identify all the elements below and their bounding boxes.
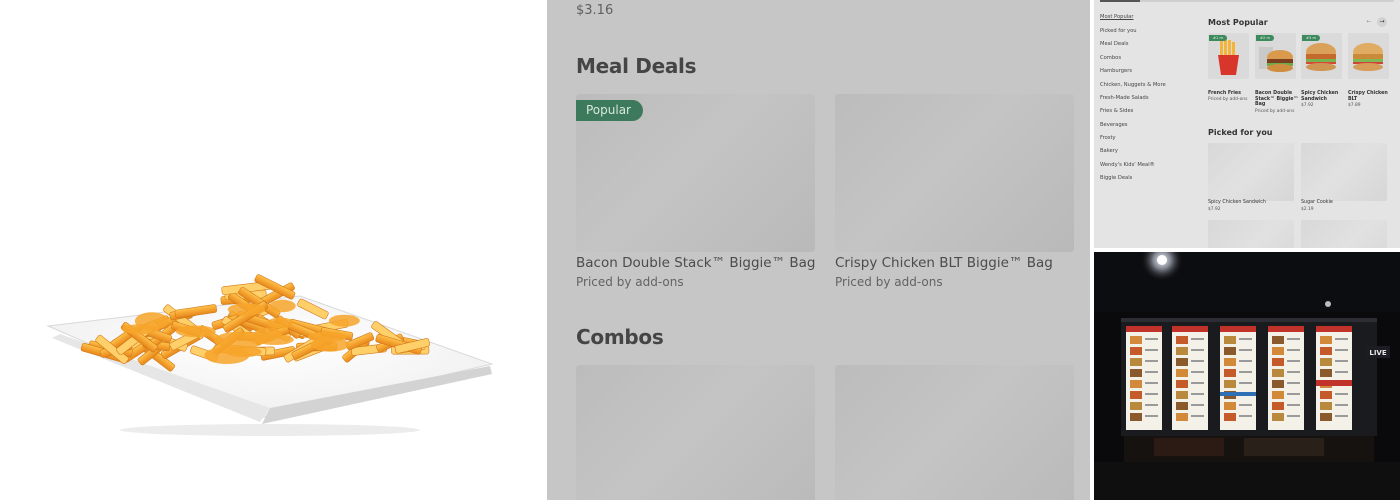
popular-badge: Popular: [576, 100, 643, 121]
picked-for-you-heading: Picked for you: [1208, 128, 1273, 137]
menu-item-card-combo[interactable]: [835, 365, 1074, 500]
picked-item-card[interactable]: [1301, 220, 1387, 248]
category-nav-item[interactable]: Most Popular: [1100, 14, 1134, 20]
picked-item-price: $2.19: [1301, 207, 1314, 212]
category-nav-item[interactable]: Bakery: [1100, 148, 1118, 154]
picked-item-card[interactable]: [1208, 220, 1294, 248]
category-nav-item[interactable]: Biggie Deals: [1100, 175, 1132, 181]
section-title-combos: Combos: [576, 325, 664, 349]
cheese-sauce: [269, 299, 296, 313]
popular-item-name: Bacon Double Stack™ Biggie™ Bag: [1255, 91, 1299, 108]
category-nav-item[interactable]: Meal Deals: [1100, 41, 1128, 47]
popular-item-sub: $7.89: [1348, 103, 1361, 108]
menu-item-title[interactable]: Bacon Double Stack™ Biggie™ Bag: [576, 255, 815, 271]
category-nav-item[interactable]: Picked for you: [1100, 28, 1137, 34]
drive-thru-menu-board-photo: LIVE: [1094, 252, 1400, 500]
popular-item-name: French Fries: [1208, 91, 1242, 96]
chicken-blt-icon: [1353, 43, 1383, 71]
popular-item-sub: Priced by add-ons: [1255, 109, 1295, 114]
rank-badge: #3 m: [1302, 35, 1320, 41]
rank-badge: #1 m: [1209, 35, 1227, 41]
popular-item-bacon-double-stack[interactable]: #2 m: [1255, 33, 1296, 79]
popular-item-french-fries[interactable]: #1 m: [1208, 33, 1249, 79]
live-sign: LIVE: [1369, 349, 1386, 357]
category-nav-item[interactable]: Frosty: [1100, 135, 1116, 141]
menu-item-subtitle: Priced by add-ons: [576, 275, 684, 289]
category-nav-item[interactable]: Fries & Sides: [1100, 108, 1133, 114]
cheese-sauce: [121, 324, 159, 335]
menu-screenshot-thumbnail: Most Popular Picked for you Meal Deals C…: [1094, 0, 1400, 248]
popular-item-crispy-chicken-blt[interactable]: [1348, 33, 1389, 79]
category-nav-item[interactable]: Beverages: [1100, 122, 1128, 128]
menu-board-illustration: LIVE: [1094, 252, 1400, 500]
carousel-prev-button[interactable]: ←: [1364, 17, 1374, 27]
picked-item-name: Sugar Cookie: [1301, 200, 1333, 205]
menu-item-card-crispy-chicken-blt[interactable]: [835, 94, 1074, 252]
category-nav-item[interactable]: Fresh-Made Salads: [1100, 95, 1149, 101]
picked-item-card[interactable]: [1301, 143, 1387, 201]
rank-badge: #2 m: [1256, 35, 1274, 41]
picked-item-price: $7.92: [1208, 207, 1221, 212]
cheese-sauce: [214, 331, 265, 349]
popular-item-name: Spicy Chicken Sandwich: [1301, 91, 1339, 102]
tab-bar-line: [1100, 0, 1394, 2]
section-title-meal-deals: Meal Deals: [576, 54, 697, 78]
popular-item-sub: Priced by add-ons: [1208, 97, 1248, 102]
menu-panel: $3.16 Meal Deals Popular Bacon Double St…: [547, 0, 1090, 500]
cheese-sauce: [328, 314, 360, 327]
popular-item-sub: $7.92: [1301, 103, 1314, 108]
cheese-fries-photo: [0, 0, 547, 500]
most-popular-heading: Most Popular: [1208, 18, 1268, 27]
cheese-sauce: [175, 325, 216, 338]
menu-item-card-combo[interactable]: [576, 365, 815, 500]
picked-item-name: Spicy Chicken Sandwich: [1208, 200, 1266, 205]
item-price: $3.16: [576, 3, 614, 18]
category-nav-item[interactable]: Hamburgers: [1100, 68, 1132, 74]
picked-item-card[interactable]: [1208, 143, 1294, 201]
menu-item-subtitle: Priced by add-ons: [835, 275, 943, 289]
popular-item-name: Crispy Chicken BLT: [1348, 91, 1388, 102]
menu-item-title[interactable]: Crispy Chicken BLT Biggie™ Bag: [835, 255, 1053, 271]
carousel-next-button[interactable]: →: [1377, 17, 1387, 27]
category-nav-item[interactable]: Chicken, Nuggets & More: [1100, 82, 1166, 88]
cheese-fries-illustration: [46, 274, 494, 436]
cheese-sauce: [227, 303, 266, 316]
tab-bar-active-indicator: [1100, 0, 1140, 2]
cheese-sauce: [307, 331, 347, 343]
popular-item-spicy-chicken-sandwich[interactable]: #3 m: [1301, 33, 1342, 79]
cheese-sauce: [267, 317, 294, 329]
category-nav-item[interactable]: Combos: [1100, 55, 1121, 61]
category-nav-item[interactable]: Wendy's Kids' Meal®: [1100, 162, 1155, 168]
